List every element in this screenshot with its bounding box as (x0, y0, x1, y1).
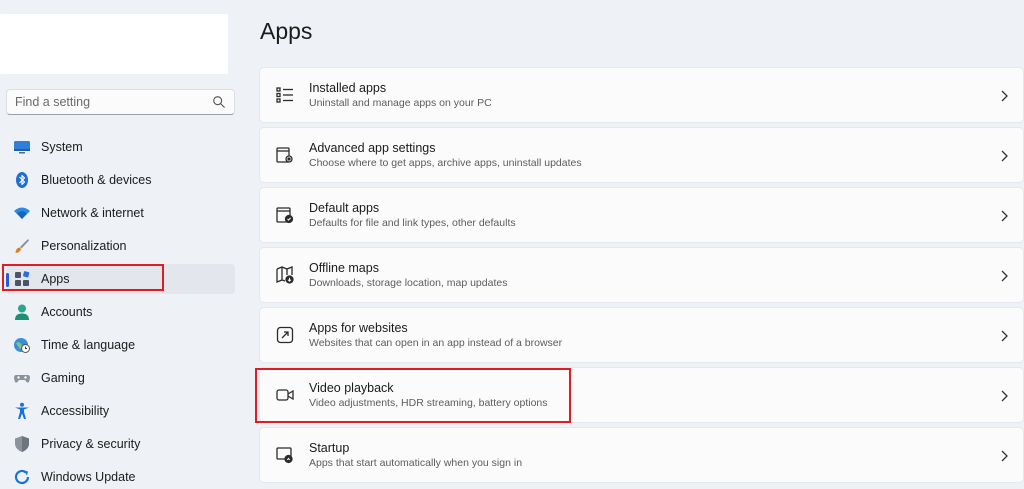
video-icon (275, 385, 295, 405)
map-icon (275, 265, 295, 285)
card-title: Installed apps (309, 80, 387, 95)
sidebar-item-label: Personalization (41, 239, 127, 253)
sidebar-item-label: Accounts (41, 305, 93, 319)
sidebar-item-personalization[interactable]: Personalization (6, 231, 235, 261)
card-title: Default apps (309, 200, 380, 215)
sidebar-item-accessibility[interactable]: Accessibility (6, 396, 235, 426)
open-link-icon (275, 325, 295, 345)
search-icon[interactable] (212, 95, 226, 109)
apps-icon (13, 270, 31, 288)
card-default-apps[interactable]: Default apps Defaults for file and link … (259, 187, 1024, 243)
bluetooth-icon (13, 171, 31, 189)
sidebar-item-label: Apps (41, 272, 70, 286)
card-title: Startup (309, 440, 350, 455)
sidebar-item-privacy[interactable]: Privacy & security (6, 429, 235, 459)
card-video-playback[interactable]: Video playback Video adjustments, HDR st… (259, 367, 1024, 423)
sidebar-item-label: Bluetooth & devices (41, 173, 152, 187)
settings-cards: Installed apps Uninstall and manage apps… (259, 67, 1024, 487)
gamepad-icon (13, 369, 31, 387)
card-description: Choose where to get apps, archive apps, … (309, 156, 582, 169)
app-settings-icon (275, 145, 295, 165)
card-title: Offline maps (309, 260, 379, 275)
card-title: Apps for websites (309, 320, 408, 335)
sidebar-item-label: Accessibility (41, 404, 110, 418)
sidebar-item-time-language[interactable]: Time & language (6, 330, 235, 360)
sidebar-item-label: System (41, 140, 83, 154)
chevron-right-icon (1001, 330, 1008, 342)
sidebar-nav: System Bluetooth & devices Network & int… (6, 132, 235, 489)
sidebar-item-label: Windows Update (41, 470, 136, 484)
card-installed-apps[interactable]: Installed apps Uninstall and manage apps… (259, 67, 1024, 123)
chevron-right-icon (1001, 450, 1008, 462)
sidebar-item-windows-update[interactable]: Windows Update (6, 462, 235, 489)
card-description: Uninstall and manage apps on your PC (309, 96, 492, 109)
sidebar-item-label: Privacy & security (41, 437, 141, 451)
sidebar-item-gaming[interactable]: Gaming (6, 363, 235, 393)
sidebar-item-apps[interactable]: Apps (6, 264, 235, 294)
sidebar-item-label: Network & internet (41, 206, 144, 220)
person-icon (13, 303, 31, 321)
sidebar-item-accounts[interactable]: Accounts (6, 297, 235, 327)
update-icon (13, 468, 31, 486)
card-description: Websites that can open in an app instead… (309, 336, 563, 349)
chevron-right-icon (1001, 90, 1008, 102)
card-advanced-app-settings[interactable]: Advanced app settings Choose where to ge… (259, 127, 1024, 183)
wifi-icon (13, 204, 31, 222)
globe-clock-icon (13, 336, 31, 354)
sidebar-item-system[interactable]: System (6, 132, 235, 162)
accessibility-icon (13, 402, 31, 420)
chevron-right-icon (1001, 390, 1008, 402)
list-icon (275, 85, 295, 105)
card-title: Video playback (309, 380, 394, 395)
search-input[interactable] (15, 95, 212, 109)
card-startup[interactable]: Startup Apps that start automatically wh… (259, 427, 1024, 483)
startup-icon (275, 445, 295, 465)
card-description: Video adjustments, HDR streaming, batter… (309, 396, 548, 409)
chevron-right-icon (1001, 270, 1008, 282)
card-description: Downloads, storage location, map updates (309, 276, 508, 289)
card-description: Defaults for file and link types, other … (309, 216, 516, 229)
chevron-right-icon (1001, 150, 1008, 162)
card-description: Apps that start automatically when you s… (309, 456, 523, 469)
sidebar: System Bluetooth & devices Network & int… (0, 0, 245, 489)
card-title: Advanced app settings (309, 140, 436, 155)
sidebar-item-label: Time & language (41, 338, 136, 352)
card-offline-maps[interactable]: Offline maps Downloads, storage location… (259, 247, 1024, 303)
chevron-right-icon (1001, 210, 1008, 222)
sidebar-item-label: Gaming (41, 371, 85, 385)
search-box[interactable] (6, 89, 235, 115)
default-apps-icon (275, 205, 295, 225)
page-title: Apps (260, 18, 313, 44)
sidebar-item-network[interactable]: Network & internet (6, 198, 235, 228)
card-apps-for-websites[interactable]: Apps for websites Websites that can open… (259, 307, 1024, 363)
shield-icon (13, 435, 31, 453)
system-icon (13, 138, 31, 156)
brush-icon (13, 237, 31, 255)
profile-card[interactable] (0, 14, 228, 74)
sidebar-item-bluetooth[interactable]: Bluetooth & devices (6, 165, 235, 195)
